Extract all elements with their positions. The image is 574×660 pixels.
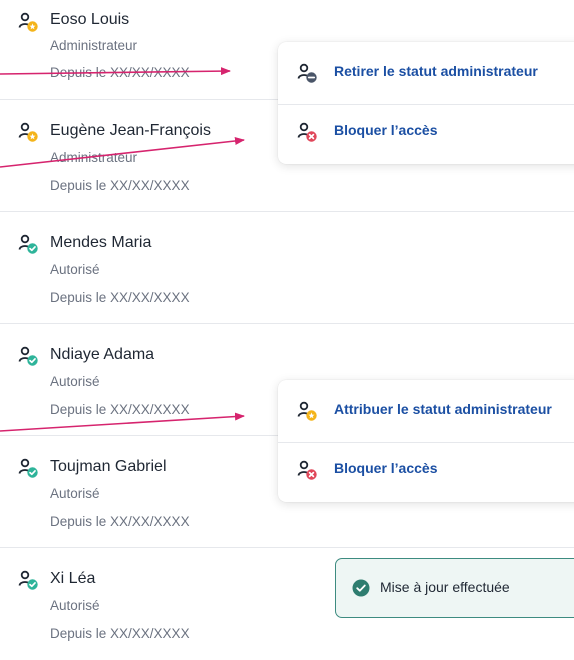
user-name: Eoso Louis	[50, 11, 130, 28]
authorized-user-icon	[18, 234, 38, 254]
authorized-user-icon	[18, 346, 38, 366]
user-name: Xi Léa	[50, 570, 96, 587]
check-circle-icon	[352, 579, 370, 597]
success-toast: Mise à jour effectuée	[335, 558, 574, 618]
user-since: Depuis le XX/XX/XXXX	[50, 178, 190, 193]
user-name: Mendes Maria	[50, 234, 152, 251]
grant-admin-label[interactable]: Attribuer le statut administrateur	[334, 401, 552, 417]
user-name: Eugène Jean-François	[50, 122, 211, 139]
authorized-user-icon	[18, 458, 38, 478]
user-actions-menu: Attribuer le statut administrateur Bloqu…	[278, 380, 574, 502]
remove-admin-label[interactable]: Retirer le statut administrateur	[334, 63, 538, 79]
user-row[interactable]: Mendes Maria Autorisé Depuis le XX/XX/XX…	[0, 212, 574, 324]
user-name: Toujman Gabriel	[50, 458, 167, 475]
user-since: Depuis le XX/XX/XXXX	[50, 402, 190, 417]
grant-admin-icon	[297, 401, 317, 421]
user-role: Administrateur	[50, 38, 138, 53]
remove-admin-icon	[297, 63, 317, 83]
user-since: Depuis le XX/XX/XXXX	[50, 290, 190, 305]
admin-user-icon	[18, 12, 38, 32]
user-role: Administrateur	[50, 150, 138, 165]
user-role: Autorisé	[50, 262, 100, 277]
authorized-user-icon	[18, 570, 38, 590]
admin-actions-menu: Retirer le statut administrateur Bloquer…	[278, 42, 574, 164]
user-since: Depuis le XX/XX/XXXX	[50, 65, 190, 80]
grant-admin-menu-item[interactable]: Attribuer le statut administrateur	[278, 380, 574, 442]
block-access-label[interactable]: Bloquer l’accès	[334, 122, 438, 138]
user-role: Autorisé	[50, 486, 100, 501]
user-since: Depuis le XX/XX/XXXX	[50, 514, 190, 529]
user-role: Autorisé	[50, 374, 100, 389]
block-access-menu-item[interactable]: Bloquer l’accès	[278, 442, 574, 502]
block-access-menu-item[interactable]: Bloquer l’accès	[278, 104, 574, 164]
user-role: Autorisé	[50, 598, 100, 613]
block-access-icon	[297, 122, 317, 142]
block-access-icon	[297, 460, 317, 480]
user-name: Ndiaye Adama	[50, 346, 155, 363]
admin-user-icon	[18, 122, 38, 142]
block-access-label[interactable]: Bloquer l’accès	[334, 460, 438, 476]
user-since: Depuis le XX/XX/XXXX	[50, 626, 190, 641]
toast-message: Mise à jour effectuée	[380, 579, 510, 595]
remove-admin-menu-item[interactable]: Retirer le statut administrateur	[278, 42, 574, 104]
